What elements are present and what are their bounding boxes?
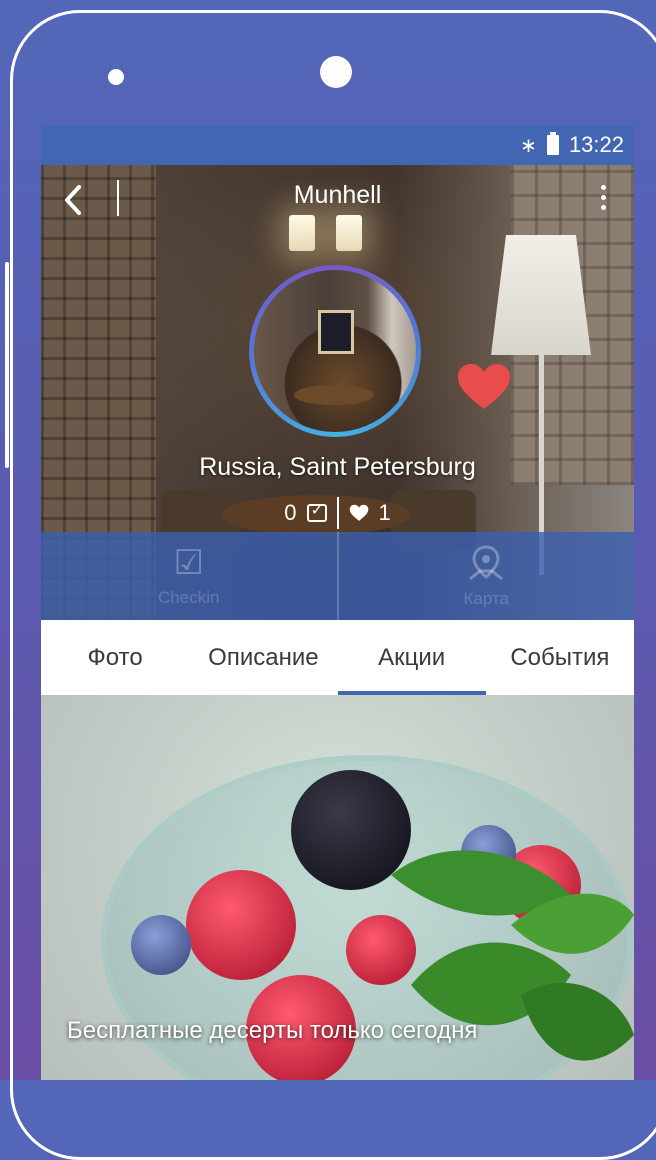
venue-header: Munhell Russia, Saint Petersburg 0 1: [41, 165, 634, 620]
tab-photo[interactable]: Фото: [41, 620, 189, 695]
checkin-button[interactable]: ☑ Checkin: [41, 532, 339, 620]
checkin-count: 0: [284, 500, 297, 525]
tab-bar: Фото Описание Акции События: [41, 620, 634, 695]
favorite-heart-icon[interactable]: [456, 363, 512, 411]
like-count: 1: [378, 500, 391, 525]
map-label: Карта: [463, 589, 510, 608]
battery-icon: [546, 132, 559, 155]
floor-lamp: [491, 235, 591, 355]
picture-frame: [318, 310, 354, 354]
promo-card[interactable]: Бесплатные десерты только сегодня: [41, 695, 634, 1080]
more-options-button[interactable]: [595, 185, 611, 215]
app-screen: ∗ 13:22 Munhell Russia, Saint Petersburg…: [41, 125, 634, 1080]
checkin-icon: [306, 500, 327, 522]
blueberry: [131, 915, 191, 975]
raspberry: [186, 870, 296, 980]
more-vert-icon: [600, 185, 606, 190]
app-toolbar: Munhell: [41, 165, 634, 235]
checkin-label: Checkin: [158, 588, 220, 607]
side-button: [5, 262, 9, 468]
page-title: Munhell: [293, 181, 382, 209]
bluetooth-icon: ∗: [520, 133, 537, 157]
tab-events[interactable]: События: [486, 620, 634, 695]
promo-caption: Бесплатные десерты только сегодня: [67, 1017, 478, 1044]
more-vert-icon-dot: [600, 205, 606, 210]
phone-camera: [320, 56, 352, 88]
tab-description[interactable]: Описание: [189, 620, 337, 695]
counter-divider: [336, 497, 339, 529]
phone-sensor: [108, 69, 124, 85]
action-bar: ☑ Checkin Карта: [41, 532, 634, 620]
venue-counters: 0 1: [41, 497, 634, 529]
map-pin-icon: [469, 545, 504, 581]
tab-promotions[interactable]: Акции: [337, 620, 487, 695]
map-button[interactable]: Карта: [339, 532, 635, 620]
table: [294, 385, 374, 405]
checkin-icon: ☑: [173, 544, 204, 582]
more-vert-icon-dot: [600, 195, 606, 200]
status-time: 13:22: [568, 132, 624, 157]
venue-location: Russia, Saint Petersburg: [199, 453, 476, 481]
status-bar: ∗ 13:22: [41, 125, 634, 165]
venue-avatar[interactable]: [249, 265, 421, 437]
venue-photo: [254, 270, 416, 432]
heart-icon: [349, 504, 368, 521]
